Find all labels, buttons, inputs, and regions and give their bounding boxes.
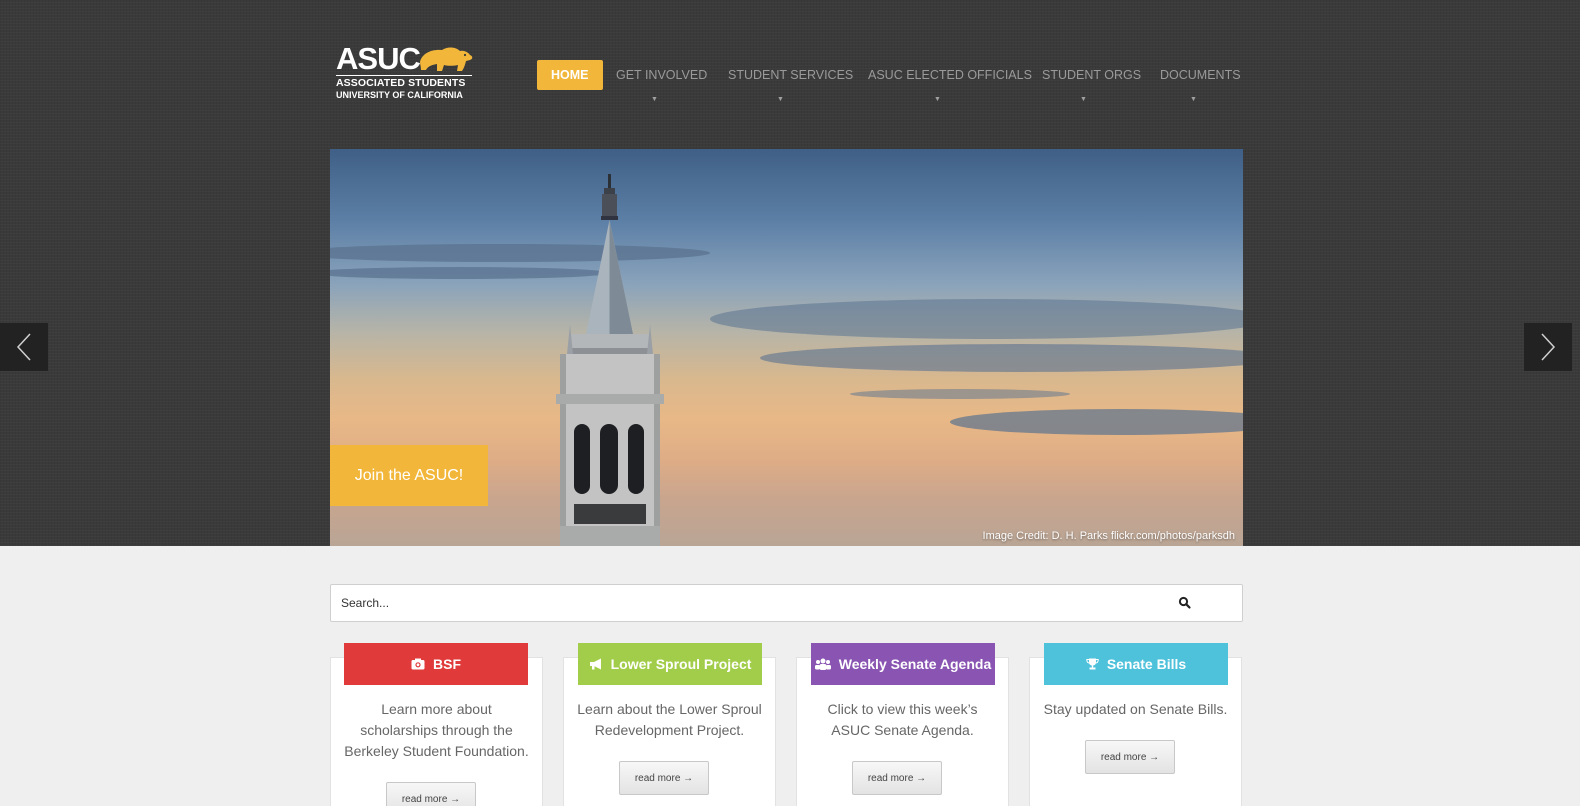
- cloud-shape: [850, 389, 1070, 399]
- slider-next-button[interactable]: [1524, 323, 1572, 371]
- chevron-down-icon[interactable]: ▼: [777, 96, 784, 103]
- logo-divider: [336, 75, 472, 76]
- card-bsf-header[interactable]: BSF: [344, 643, 528, 685]
- card-senate-agenda-header[interactable]: Weekly Senate Agenda: [811, 643, 995, 685]
- logo-line-university: UNIVERSITY OF CALIFORNIA: [336, 90, 463, 100]
- card-lower-sproul-text: Learn about the Lower Sproul Redevelopme…: [577, 701, 762, 738]
- cloud-shape: [950, 409, 1243, 435]
- bear-icon: [420, 47, 473, 71]
- card-bsf-title: BSF: [433, 656, 461, 672]
- trophy-icon: [1086, 658, 1099, 670]
- chevron-down-icon[interactable]: ▼: [651, 96, 658, 103]
- logo-wordmark: ASUC: [336, 41, 421, 76]
- hero-slider: Join the ASUC! Image Credit: D. H. Parks…: [330, 149, 1243, 546]
- chevron-left-icon: [16, 333, 31, 361]
- nav-asuc-elected-officials[interactable]: ASUC ELECTED OFFICIALS: [868, 60, 1032, 90]
- nav-student-orgs[interactable]: STUDENT ORGS: [1042, 60, 1141, 90]
- nav-get-involved[interactable]: GET INVOLVED: [616, 60, 707, 90]
- card-senate-bills-title: Senate Bills: [1106, 656, 1187, 672]
- image-credit: Image Credit: D. H. Parks flickr.com/pho…: [982, 530, 1235, 542]
- slider-prev-button[interactable]: [0, 323, 48, 371]
- cloud-shape: [760, 344, 1243, 372]
- card-bsf-read-more-button[interactable]: read more →: [386, 782, 476, 806]
- logo-line-associated-students: ASSOCIATED STUDENTS: [336, 77, 466, 89]
- nav-home[interactable]: HOME: [537, 60, 603, 90]
- campanile-tower-image: [556, 174, 664, 546]
- card-lower-sproul-title: Lower Sproul Project: [610, 656, 752, 672]
- card-senate-bills-header[interactable]: Senate Bills: [1044, 643, 1228, 685]
- card-senate-agenda-title: Weekly Senate Agenda: [838, 656, 992, 672]
- card-bsf-text: Learn more about scholarships through th…: [344, 701, 529, 759]
- cloud-shape: [710, 299, 1243, 339]
- search-input[interactable]: [331, 585, 1171, 621]
- card-senate-bills-read-more-button[interactable]: read more →: [1085, 740, 1175, 774]
- join-asuc-button[interactable]: Join the ASUC!: [330, 445, 488, 506]
- group-icon: [814, 658, 831, 670]
- nav-documents[interactable]: DOCUMENTS: [1160, 60, 1241, 90]
- card-lower-sproul-read-more-button[interactable]: read more →: [619, 761, 709, 795]
- chevron-down-icon[interactable]: ▼: [934, 96, 941, 103]
- bullhorn-icon: [589, 658, 601, 670]
- card-lower-sproul-header[interactable]: Lower Sproul Project: [578, 643, 762, 685]
- camera-icon: [411, 658, 425, 670]
- card-senate-agenda-text: Click to view this week’s ASUC Senate Ag…: [827, 701, 978, 738]
- card-senate-bills-text: Stay updated on Senate Bills.: [1043, 701, 1228, 717]
- chevron-right-icon: [1541, 333, 1556, 361]
- search-icon[interactable]: [1177, 595, 1193, 611]
- chevron-down-icon[interactable]: ▼: [1080, 96, 1087, 103]
- card-senate-agenda-read-more-button[interactable]: read more →: [852, 761, 942, 795]
- nav-student-services[interactable]: STUDENT SERVICES: [728, 60, 853, 90]
- search-bar: [330, 584, 1243, 622]
- chevron-down-icon[interactable]: ▼: [1190, 96, 1197, 103]
- asuc-logo[interactable]: ASUC ASSOCIATED STUDENTS UNIVERSITY OF C…: [336, 42, 476, 102]
